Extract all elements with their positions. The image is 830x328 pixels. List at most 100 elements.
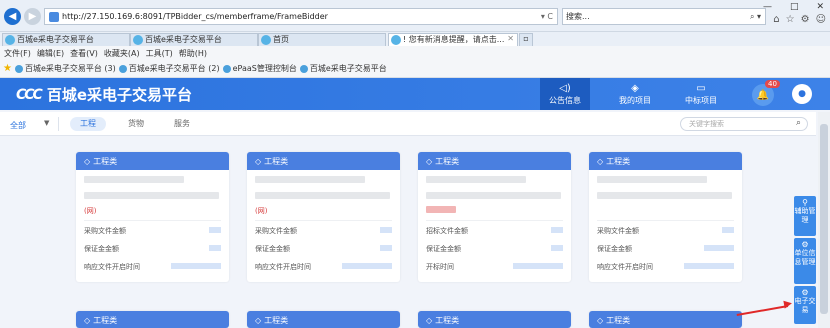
- menu-item[interactable]: 查看(V): [70, 48, 98, 59]
- home-icon[interactable]: ⌂: [773, 14, 779, 25]
- divider: [597, 220, 734, 221]
- tab-favicon-icon: [133, 35, 143, 45]
- refresh-icon[interactable]: ▾ C: [541, 12, 553, 21]
- keyword-placeholder: 关键字搜索: [689, 120, 724, 128]
- tab-services[interactable]: 服务: [164, 117, 200, 131]
- menu-item[interactable]: 编辑(E): [37, 48, 64, 59]
- close-tab-icon[interactable]: ✕: [507, 34, 514, 43]
- card-category: 工程类: [264, 315, 289, 325]
- nav-announcements[interactable]: ◁) 公告信息: [540, 78, 590, 110]
- card-category: 工程类: [264, 156, 289, 166]
- field-label: 保证金金额: [597, 245, 632, 253]
- tab-goods[interactable]: 货物: [118, 117, 154, 131]
- scope-select[interactable]: 全部: [10, 120, 26, 131]
- browser-search-placeholder: 搜索...: [566, 12, 590, 21]
- card-category: 工程类: [93, 315, 118, 325]
- redacted-value: [684, 263, 734, 269]
- search-icon[interactable]: ⌕: [796, 117, 801, 129]
- annotation-arrow: [736, 305, 789, 317]
- browser-tool-icons: ⌂ ☆ ⚙ ☺: [773, 14, 826, 25]
- maximize-icon[interactable]: □: [790, 2, 799, 12]
- scrollbar-thumb[interactable]: [820, 124, 828, 314]
- app-header: CCC 百城e采电子交易平台 ◁) 公告信息 ◈ 我的项目 ▭ 中标项目 🔔 4…: [0, 78, 830, 110]
- page-scrollbar[interactable]: [818, 112, 830, 328]
- browser-tab[interactable]: 首页: [258, 33, 386, 46]
- forward-button[interactable]: ▶: [24, 8, 41, 25]
- nav-my-projects[interactable]: ◈ 我的项目: [610, 78, 660, 110]
- redacted-value: [209, 245, 221, 251]
- layers-icon: ◈: [631, 82, 639, 94]
- card-header: ◇ 工程类: [589, 311, 742, 328]
- minimize-icon[interactable]: —: [763, 2, 772, 12]
- field-label: 响应文件开启时间: [597, 263, 653, 271]
- menu-item[interactable]: 收藏夹(A): [104, 48, 140, 59]
- favorites-star-icon[interactable]: ★: [3, 63, 12, 74]
- card-category: 工程类: [435, 156, 460, 166]
- menu-item[interactable]: 工具(T): [146, 48, 173, 59]
- annotation-arrowhead: [783, 299, 793, 309]
- browser-tab[interactable]: 百城e采电子交易平台: [130, 33, 258, 46]
- project-card[interactable]: ◇ 工程类 (网) 采购文件金额 保证金金额 响应文件开启时间: [247, 152, 400, 282]
- field-label: 采购文件金额: [84, 227, 126, 235]
- favorite-link[interactable]: 百城e采电子交易平台: [299, 63, 387, 74]
- side-panel-label: 电子交易: [794, 297, 816, 314]
- side-panel-e-trade[interactable]: ⚙ 电子交易: [794, 286, 816, 324]
- nav-awarded-projects[interactable]: ▭ 中标项目: [676, 78, 726, 110]
- divider: [426, 220, 563, 221]
- keyword-search-input[interactable]: 关键字搜索 ⌕: [680, 117, 808, 131]
- favorite-link[interactable]: 百城e采电子交易平台 (3): [14, 63, 116, 74]
- redacted-value: [513, 263, 563, 269]
- favorite-icon: [118, 64, 127, 73]
- nav-label: 中标项目: [685, 95, 717, 105]
- redacted-value: [171, 263, 221, 269]
- redacted-text: [255, 192, 390, 199]
- project-card[interactable]: ◇ 工程类: [76, 311, 229, 328]
- favorite-icon: [222, 64, 231, 73]
- favorite-link[interactable]: 百城e采电子交易平台 (2): [118, 63, 220, 74]
- back-button[interactable]: ◀: [4, 8, 21, 25]
- browser-search-input[interactable]: 搜索... ⌕ ▾: [562, 8, 766, 25]
- side-panel-aux-management[interactable]: ⚲ 辅助管理: [794, 196, 816, 236]
- project-card[interactable]: ◇ 工程类 招标文件金额 保证金金额 开标时间: [418, 152, 571, 282]
- chevron-down-icon[interactable]: ▼: [44, 119, 49, 127]
- app-logo[interactable]: CCC 百城e采电子交易平台: [16, 84, 192, 105]
- user-avatar-icon[interactable]: ●: [792, 84, 812, 104]
- field-label: 保证金金额: [255, 245, 290, 253]
- side-panel-unit-info[interactable]: ⚙ 单位信息管理: [794, 238, 816, 284]
- online-tag: (网): [84, 207, 97, 215]
- settings-gear-icon[interactable]: ⚙: [801, 14, 810, 25]
- close-icon[interactable]: ✕: [816, 2, 824, 12]
- project-card[interactable]: ◇ 工程类: [589, 311, 742, 328]
- redacted-value: [551, 245, 563, 251]
- field-row: 采购文件金额: [597, 226, 734, 236]
- tab-favicon-icon: [261, 35, 271, 45]
- address-url: http://27.150.169.6:8091/TPBidder_cs/mem…: [62, 12, 328, 21]
- address-bar[interactable]: http://27.150.169.6:8091/TPBidder_cs/mem…: [44, 8, 558, 25]
- tab-label: 百城e采电子交易平台: [145, 35, 222, 44]
- online-tag: (网): [255, 207, 268, 215]
- new-tab-button[interactable]: ▫: [519, 33, 533, 46]
- card-header: ◇ 工程类: [247, 311, 400, 328]
- browser-tab[interactable]: 百城e采电子交易平台: [2, 33, 130, 46]
- project-card[interactable]: ◇ 工程类: [418, 311, 571, 328]
- cube-icon: ◇: [84, 315, 91, 325]
- tab-engineering[interactable]: 工程: [70, 117, 106, 131]
- menu-item[interactable]: 文件(F): [4, 48, 31, 59]
- field-label: 响应文件开启时间: [255, 263, 311, 271]
- field-row: 响应文件开启时间: [597, 262, 734, 272]
- divider: [58, 117, 59, 131]
- card-header: ◇ 工程类: [76, 311, 229, 328]
- menu-item[interactable]: 帮助(H): [179, 48, 207, 59]
- search-icon[interactable]: ⌕ ▾: [750, 12, 761, 22]
- project-card[interactable]: ◇ 工程类 (网) 采购文件金额 保证金金额 响应文件开启时间: [76, 152, 229, 282]
- smiley-icon[interactable]: ☺: [816, 14, 826, 25]
- gear-icon: ⚙: [801, 240, 809, 249]
- project-card[interactable]: ◇ 工程类: [247, 311, 400, 328]
- redacted-text: [255, 176, 365, 183]
- browser-tab-active[interactable]: ! 您有新消息提醒，请点击... ✕: [388, 33, 518, 46]
- favorite-link[interactable]: ePaaS管理控制台: [222, 63, 297, 74]
- field-row: 采购文件金额: [84, 226, 221, 236]
- card-category: 工程类: [606, 156, 631, 166]
- favorites-star-icon[interactable]: ☆: [786, 14, 795, 25]
- project-card[interactable]: ◇ 工程类 采购文件金额 保证金金额 响应文件开启时间: [589, 152, 742, 282]
